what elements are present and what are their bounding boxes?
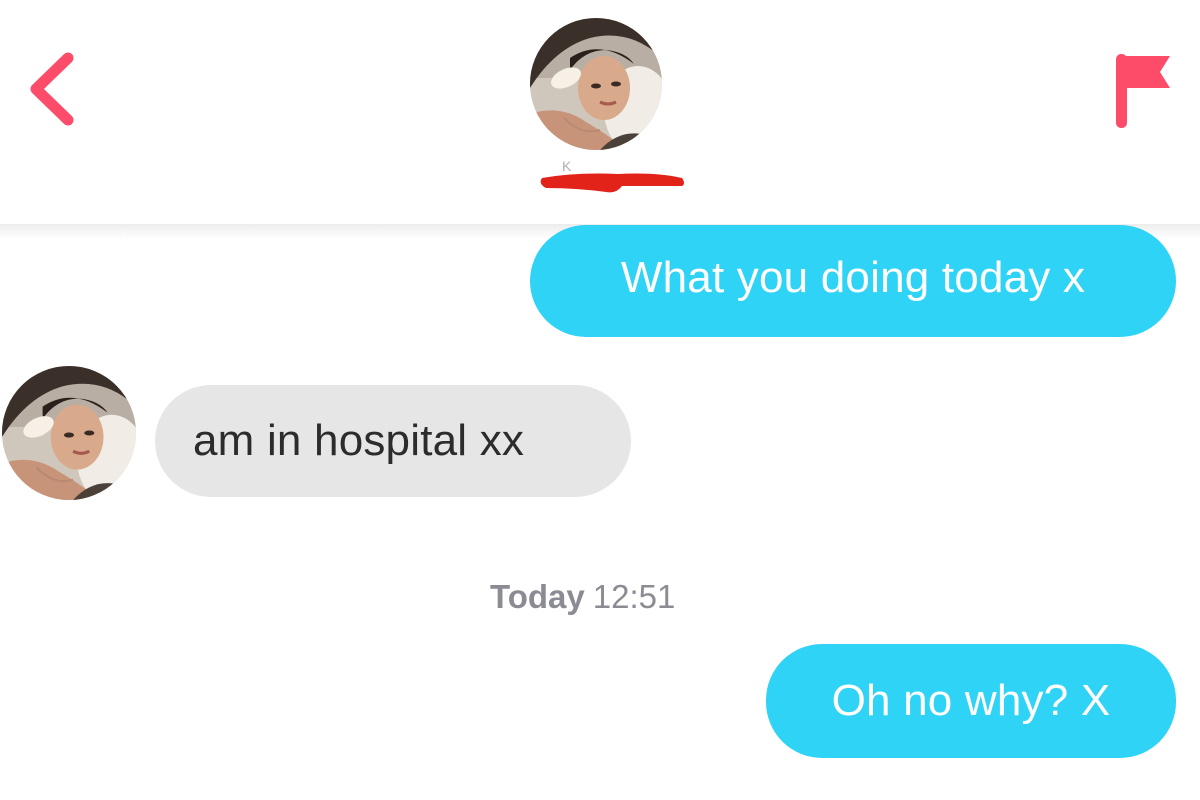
chat-header: K (0, 0, 1200, 226)
message-text: What you doing today x (620, 253, 1086, 302)
timestamp-time: 12:51 (592, 578, 676, 615)
chat-screen: K What you doing today x am in hospital … (0, 0, 1200, 800)
report-flag-button[interactable] (1108, 50, 1174, 130)
flag-icon (1116, 54, 1170, 128)
svg-text:K: K (562, 158, 572, 174)
profile-photo (2, 366, 136, 500)
chevron-left-icon (30, 52, 74, 126)
sent-message-bubble[interactable]: Oh no why? X (766, 644, 1176, 758)
message-timestamp: Today 12:51 (490, 578, 710, 622)
profile-photo (530, 18, 662, 150)
sent-message-bubble[interactable]: What you doing today x (530, 225, 1176, 337)
sender-avatar[interactable] (2, 366, 136, 500)
back-button[interactable] (22, 44, 82, 134)
timestamp-day: Today (490, 578, 585, 615)
message-text: Oh no why? X (831, 676, 1111, 725)
message-text: am in hospital xx (193, 416, 525, 465)
received-message-bubble[interactable]: am in hospital xx (155, 385, 631, 497)
match-name-redacted: K (536, 156, 696, 196)
match-avatar[interactable] (530, 18, 662, 150)
